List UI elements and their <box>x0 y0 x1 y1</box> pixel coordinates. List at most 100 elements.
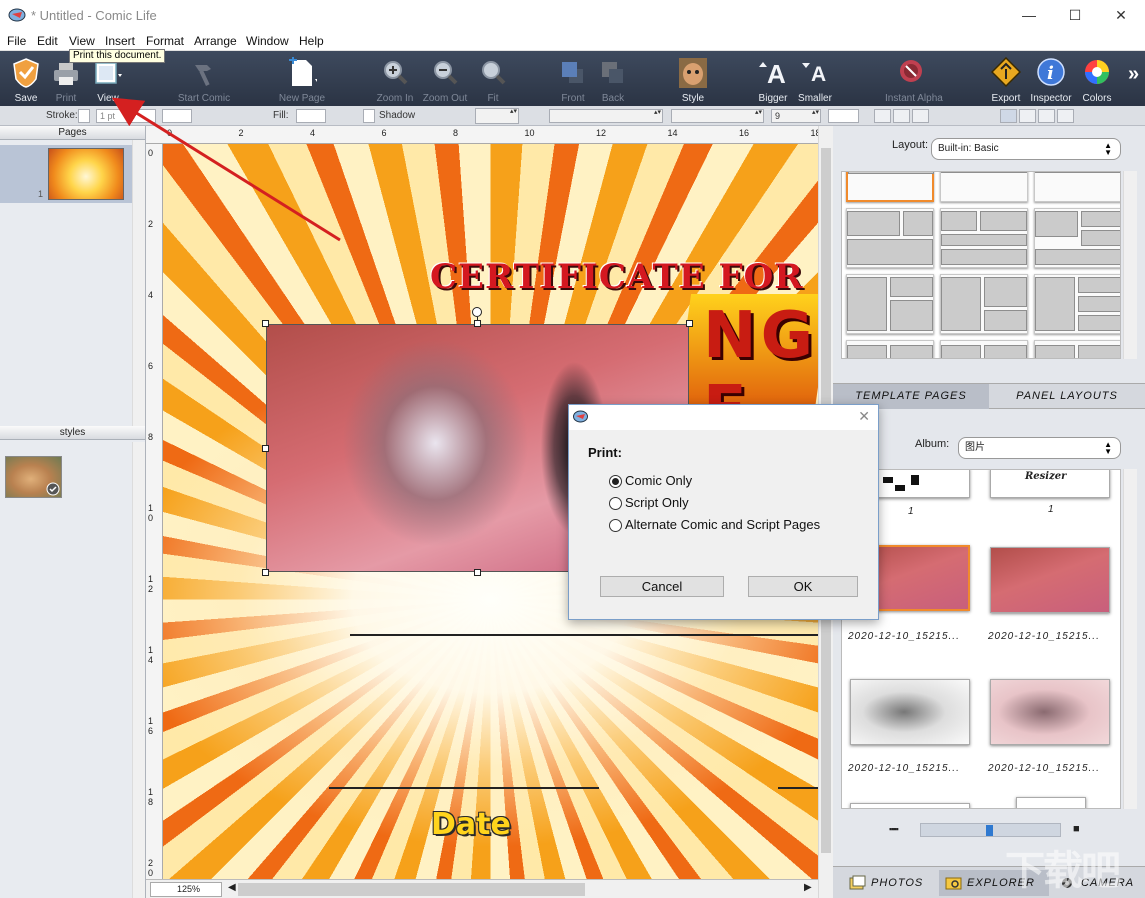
zoom-select[interactable]: 125% <box>150 882 222 897</box>
align-left-button[interactable] <box>1000 109 1017 123</box>
photo-thumb[interactable] <box>850 803 970 808</box>
layout-thumbnail[interactable] <box>846 208 934 268</box>
page-thumbnail-row[interactable]: 1 <box>0 145 132 203</box>
layout-thumbnail[interactable] <box>1034 172 1120 202</box>
back-button[interactable]: Back <box>597 55 629 106</box>
pages-scrollbar[interactable] <box>132 140 145 426</box>
layout-thumbnail[interactable] <box>846 172 934 202</box>
menu-insert[interactable]: Insert <box>105 34 135 48</box>
layout-scrollbar[interactable] <box>1123 171 1137 359</box>
new-page-button[interactable]: New Page <box>279 55 325 106</box>
photo-thumb-faded[interactable] <box>990 679 1110 745</box>
layout-thumbnail[interactable] <box>940 340 1028 358</box>
menu-edit[interactable]: Edit <box>37 34 58 48</box>
smaller-button[interactable]: A Smaller <box>798 55 832 106</box>
bigger-button[interactable]: A Bigger <box>756 55 790 106</box>
photo-thumb-grayscale[interactable] <box>850 679 970 745</box>
photo-thumb-resizer[interactable]: Resizer <box>990 470 1110 498</box>
menu-arrange[interactable]: Arrange <box>194 34 237 48</box>
layout-panel <box>847 211 900 236</box>
layout-select[interactable]: Built-in: Basic ▲ ▼ <box>931 138 1121 160</box>
ok-button[interactable]: OK <box>748 576 858 597</box>
radio-button[interactable] <box>609 475 622 488</box>
bold-button[interactable] <box>874 109 891 123</box>
album-select[interactable]: 图片 ▲ ▼ <box>958 437 1121 459</box>
menu-help[interactable]: Help <box>299 34 324 48</box>
large-thumbs-icon[interactable]: ■ <box>1073 823 1080 835</box>
layout-thumbnail[interactable] <box>1034 340 1120 358</box>
font-size-select[interactable]: 9 <box>771 109 821 123</box>
stroke-toggle-checkbox[interactable] <box>78 109 90 123</box>
underline-button[interactable] <box>912 109 929 123</box>
toolbar-overflow-button[interactable]: » <box>1126 55 1145 106</box>
layout-thumbnail[interactable] <box>940 172 1028 202</box>
tab-photos[interactable]: PHOTOS <box>843 870 933 896</box>
maximize-button[interactable]: ☐ <box>1052 0 1098 31</box>
italic-button[interactable] <box>893 109 910 123</box>
vertical-ruler: 0 2 4 6 8 1 0 1 2 1 4 1 6 1 8 2 0 <box>146 144 163 879</box>
thumbnail-size-slider-knob[interactable] <box>986 825 993 836</box>
resize-handle-left[interactable] <box>262 445 269 452</box>
style-preset-select[interactable] <box>475 108 519 124</box>
photo-thumb[interactable] <box>1016 797 1086 808</box>
radio-button[interactable] <box>609 519 622 532</box>
close-button[interactable]: ✕ <box>1098 0 1144 31</box>
instant-alpha-button[interactable]: Instant Alpha <box>885 55 943 106</box>
resize-handle-top-left[interactable] <box>262 320 269 327</box>
resize-handle-top-right[interactable] <box>686 320 693 327</box>
stroke-color-well[interactable] <box>162 109 192 123</box>
export-button[interactable]: Export <box>990 55 1022 106</box>
shadow-checkbox[interactable] <box>363 109 375 123</box>
style-thumbnail-dog[interactable] <box>5 456 62 498</box>
scroll-left-arrow-icon[interactable]: ◀ <box>228 882 236 893</box>
text-color-well[interactable] <box>828 109 859 123</box>
layout-thumbnail[interactable] <box>1034 208 1120 268</box>
save-button[interactable]: Save <box>8 55 44 106</box>
menu-view[interactable]: View <box>69 34 95 48</box>
stroke-width-field[interactable]: 1 pt <box>96 109 156 123</box>
zoom-in-button[interactable]: Zoom In <box>377 55 413 106</box>
resize-handle-bottom[interactable] <box>474 569 481 576</box>
align-justify-button[interactable] <box>1057 109 1074 123</box>
style-button[interactable]: Style <box>676 55 710 106</box>
date-label[interactable]: Date <box>431 807 511 842</box>
tab-panel-layouts[interactable]: PANEL LAYOUTS <box>989 384 1145 409</box>
layout-thumbnail[interactable] <box>846 274 934 334</box>
page-thumbnail[interactable] <box>48 148 124 200</box>
front-button[interactable]: Front <box>557 55 589 106</box>
align-right-button[interactable] <box>1038 109 1055 123</box>
radio-button[interactable] <box>609 497 622 510</box>
layout-panel <box>847 239 933 265</box>
minimize-button[interactable]: — <box>1006 0 1052 31</box>
menu-format[interactable]: Format <box>146 34 184 48</box>
scroll-right-arrow-icon[interactable]: ▶ <box>804 882 812 893</box>
fill-color-well[interactable] <box>296 109 326 123</box>
layout-thumbnail[interactable] <box>846 340 934 358</box>
menu-window[interactable]: Window <box>246 34 289 48</box>
font-family-select[interactable] <box>549 109 663 123</box>
layout-thumbnail[interactable] <box>940 274 1028 334</box>
align-center-button[interactable] <box>1019 109 1036 123</box>
resize-handle-top[interactable] <box>474 320 481 327</box>
certificate-title[interactable]: CERTIFICATE FOR <box>430 257 804 297</box>
small-thumbs-icon[interactable]: ▪▪▪▪ <box>889 824 899 834</box>
layout-thumbnail[interactable] <box>940 208 1028 268</box>
layout-thumbnail[interactable] <box>1034 274 1120 334</box>
horizontal-scrollbar-thumb[interactable] <box>238 883 585 896</box>
zoom-out-button[interactable]: Zoom Out <box>423 55 467 106</box>
colors-button[interactable]: Colors <box>1081 55 1113 106</box>
menu-file[interactable]: File <box>7 34 26 48</box>
fit-button[interactable]: Fit <box>478 55 508 106</box>
start-comic-button[interactable]: Start Comic <box>178 55 230 106</box>
rotation-handle[interactable] <box>472 307 482 317</box>
photo-thumb[interactable] <box>990 547 1110 613</box>
resize-handle-bottom-left[interactable] <box>262 569 269 576</box>
styles-scrollbar[interactable] <box>132 442 145 898</box>
dialog-close-button[interactable]: ✕ <box>858 408 870 425</box>
inspector-button[interactable]: i Inspector <box>1030 55 1072 106</box>
font-style-select[interactable] <box>671 109 764 123</box>
thumbnail-size-slider[interactable] <box>920 823 1061 837</box>
cancel-button[interactable]: Cancel <box>600 576 724 597</box>
photo-scrollbar[interactable] <box>1123 469 1137 809</box>
colors-label: Colors <box>1082 93 1112 104</box>
